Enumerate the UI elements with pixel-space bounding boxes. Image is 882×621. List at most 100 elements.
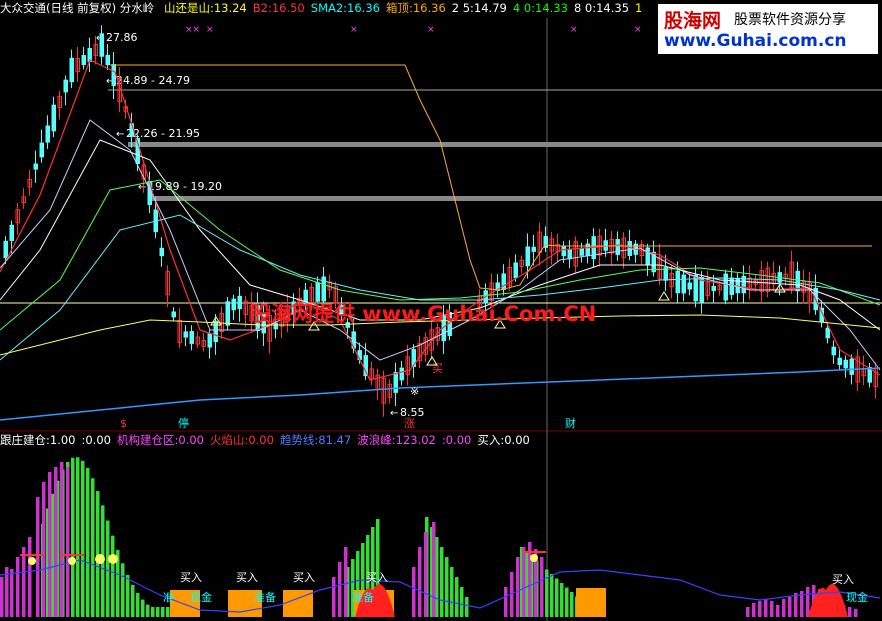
candle xyxy=(159,247,164,257)
candle xyxy=(567,248,572,260)
triangle-marker xyxy=(658,291,670,301)
sub-bar-magenta xyxy=(424,532,428,617)
candle xyxy=(795,270,800,292)
sub-bar-magenta xyxy=(0,577,4,617)
candle xyxy=(393,371,398,393)
sub-bar xyxy=(455,577,459,617)
sub-bar xyxy=(166,607,170,617)
candle xyxy=(711,285,716,292)
top-mark: × xyxy=(570,25,578,35)
chart-marker: 买 xyxy=(432,362,443,375)
sub-bar xyxy=(351,559,355,617)
sub-bar-magenta xyxy=(752,603,756,617)
sub-bar-magenta xyxy=(42,482,46,617)
candle xyxy=(579,247,584,256)
candle xyxy=(615,239,620,255)
sub-bar-magenta xyxy=(764,599,768,617)
chart-marker: ※ xyxy=(410,385,419,398)
candle xyxy=(111,64,116,86)
sub-bar xyxy=(440,547,444,617)
sub-bar xyxy=(151,607,155,617)
candle xyxy=(81,55,86,65)
sub-bar-magenta xyxy=(540,557,544,617)
sub-bar-magenta xyxy=(516,557,520,617)
candle xyxy=(99,33,104,57)
sub-bar-magenta xyxy=(16,557,20,617)
sub-indicator-values: 跟庄建仓:1.00:0.00 机构建仓区:0.00 火焰山:0.00 趋势线:81.4… xyxy=(0,433,536,447)
candle xyxy=(699,277,704,303)
price-label-arrow: ← xyxy=(116,129,124,140)
sub-bar-magenta xyxy=(48,472,52,617)
chart-marker: 财 xyxy=(565,416,576,430)
sub-bar-magenta xyxy=(66,467,70,617)
sub-bar-magenta xyxy=(432,522,436,617)
sub-orange-block xyxy=(576,588,606,617)
chart-marker: 涨 xyxy=(404,417,415,430)
top-mark: × xyxy=(206,25,214,35)
sub-bar xyxy=(111,535,115,617)
logo-url: www.Guhai.com.cn xyxy=(664,31,847,51)
logo-brand: 股海网 xyxy=(664,10,722,32)
flag-dot xyxy=(28,557,36,565)
sub-bar-magenta xyxy=(776,605,780,617)
stock-chart[interactable]: ←27.86←24.89 - 24.79←22.26 - 21.95←19.89… xyxy=(0,0,882,621)
chart-marker: $ xyxy=(120,417,127,430)
sub-bar xyxy=(555,578,559,617)
sub-bar xyxy=(146,604,150,617)
sub-label: 准备 xyxy=(254,590,276,604)
sub-bar-magenta xyxy=(788,597,792,617)
logo-tagline: 股票软件资源分享 xyxy=(734,12,846,28)
candle xyxy=(171,311,176,318)
sub-bar-magenta xyxy=(848,607,852,617)
candle xyxy=(687,282,692,290)
sub-bar-magenta xyxy=(504,587,508,617)
candle xyxy=(189,331,194,344)
candle xyxy=(225,301,230,326)
sub-bar xyxy=(106,520,110,617)
sub-label: 买入 xyxy=(293,571,315,584)
candle xyxy=(45,125,50,143)
sub-bar-magenta xyxy=(758,601,762,617)
main-indicator-item: SMA2:16.36 xyxy=(310,1,380,15)
candle xyxy=(231,298,236,311)
sub-label: 买入 xyxy=(236,571,258,584)
sub-label: 买入 xyxy=(832,573,854,586)
candle xyxy=(9,224,14,241)
ma-line xyxy=(0,367,881,421)
candle xyxy=(39,142,44,158)
flag-dot xyxy=(108,554,118,564)
sub-label: 买入 xyxy=(180,571,202,584)
candle xyxy=(645,247,650,265)
sub-bar xyxy=(445,557,449,617)
sub-indicator-item: 机构建仓区:0.00 xyxy=(116,433,204,447)
main-indicator-item: 4 0:14.33 xyxy=(512,1,568,15)
candle xyxy=(849,358,854,375)
candle xyxy=(105,54,110,66)
flag-dot xyxy=(530,554,538,562)
sub-bar-magenta xyxy=(10,569,14,617)
sub-bar xyxy=(525,551,529,617)
sub-bar xyxy=(545,569,549,617)
sub-bar xyxy=(131,584,135,617)
level-band xyxy=(148,196,882,201)
sub-bar-magenta xyxy=(22,547,26,617)
main-chart-header: 大众交通(日线 前复权) 分水岭 山还是山:13.24 B2:16.50 SMA2:… xyxy=(0,0,654,16)
level-band xyxy=(128,142,882,147)
sub-bar-magenta xyxy=(338,562,342,617)
candle xyxy=(3,240,8,259)
price-label: 27.86 xyxy=(106,31,138,44)
sub-bar-magenta xyxy=(528,542,532,617)
sub-chart-header: 跟庄建仓:1.00:0.00 机构建仓区:0.00 火焰山:0.00 趋势线:81.4… xyxy=(0,432,542,448)
sub-bar-magenta xyxy=(60,462,64,617)
flag-dot xyxy=(68,557,76,565)
sub-label: 现金 xyxy=(190,590,212,604)
sub-bar xyxy=(465,597,469,617)
sub-indicator-item: 波浪峰:123.02 xyxy=(357,433,436,447)
sub-bar xyxy=(76,457,80,617)
sub-bar-magenta xyxy=(782,599,786,617)
candle xyxy=(63,79,68,93)
candle xyxy=(69,57,74,83)
sub-bar xyxy=(435,537,439,617)
sub-bar-magenta xyxy=(54,467,58,617)
sub-bar xyxy=(460,587,464,617)
